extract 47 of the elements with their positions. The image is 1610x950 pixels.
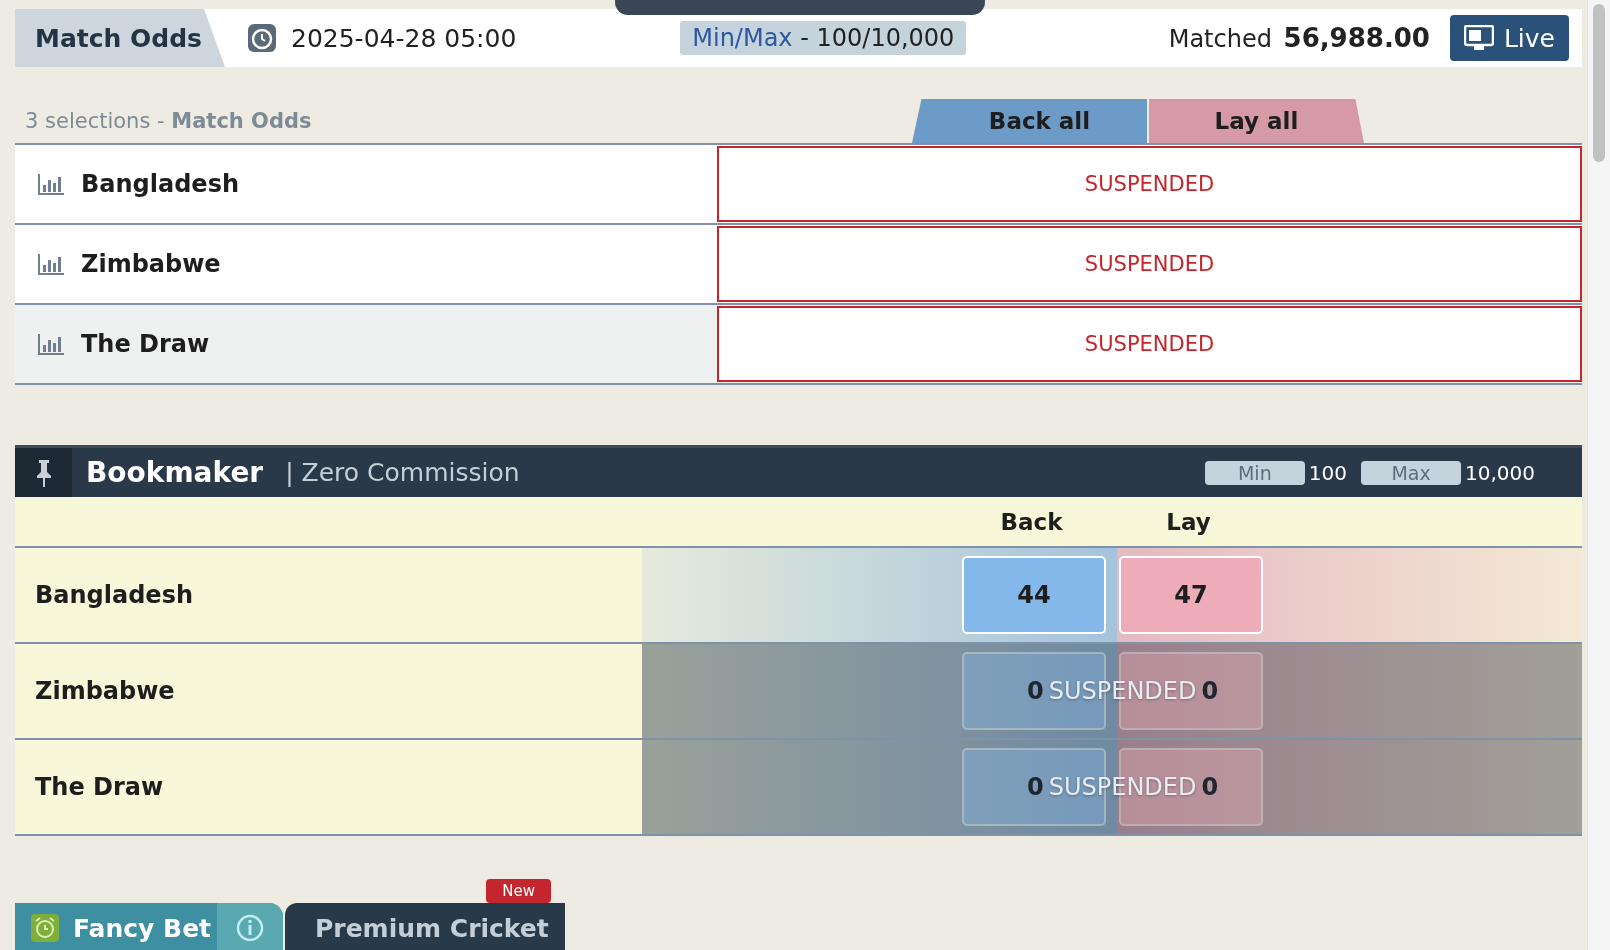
lay-odds: 0 bbox=[1201, 773, 1219, 801]
back-header: Back bbox=[999, 508, 1064, 535]
pin-icon bbox=[15, 448, 72, 497]
lay-odds: 0 bbox=[1201, 677, 1219, 705]
suspended-cell: SUSPENDED bbox=[717, 146, 1582, 222]
min-max-badge: Min/Max - 100/10,000 bbox=[680, 21, 967, 55]
chart-icon bbox=[37, 252, 65, 276]
selections-summary: 3 selections - Match Odds bbox=[24, 109, 312, 135]
max-label: Max bbox=[1361, 460, 1461, 485]
bookmaker-title: Bookmaker bbox=[86, 456, 264, 489]
suspended-cell: SUSPENDED bbox=[717, 306, 1582, 382]
runner-name: The Draw bbox=[81, 330, 210, 358]
lay-odds-button[interactable]: 47 bbox=[1119, 556, 1263, 634]
runner-row[interactable]: Bangladesh SUSPENDED bbox=[15, 145, 1582, 225]
start-time: 2025-04-28 05:00 bbox=[291, 23, 517, 53]
runner-name: Zimbabwe bbox=[34, 676, 176, 707]
runner-name: Bangladesh bbox=[81, 170, 239, 198]
runner-name: The Draw bbox=[34, 772, 165, 803]
premium-cricket-tab[interactable]: Premium Cricket bbox=[285, 903, 565, 950]
fancy-bet-tab[interactable]: Fancy Bet bbox=[15, 903, 283, 950]
chart-icon bbox=[37, 172, 65, 196]
min-value: 100 bbox=[1308, 460, 1347, 485]
back-odds-button[interactable]: 44 bbox=[962, 556, 1106, 634]
lay-all-tab[interactable]: Lay all bbox=[1149, 99, 1364, 143]
alarm-clock-icon bbox=[31, 914, 59, 942]
max-value: 10,000 bbox=[1465, 460, 1535, 485]
runner-name: Zimbabwe bbox=[81, 250, 221, 278]
runner-name: Bangladesh bbox=[34, 580, 194, 611]
min-label: Min bbox=[1204, 460, 1305, 485]
suspended-cell: SUSPENDED bbox=[717, 226, 1582, 302]
scrollbar-thumb[interactable] bbox=[1593, 4, 1605, 162]
chart-icon bbox=[37, 332, 65, 356]
info-icon[interactable] bbox=[217, 903, 283, 950]
runner-row[interactable]: Zimbabwe SUSPENDED bbox=[15, 225, 1582, 305]
bookmaker-subtitle: | Zero Commission bbox=[285, 458, 520, 487]
back-all-tab[interactable]: Back all bbox=[912, 99, 1147, 143]
lay-header: Lay bbox=[1165, 508, 1212, 535]
new-badge: New bbox=[486, 879, 551, 903]
scrollbar[interactable] bbox=[1587, 0, 1610, 950]
back-odds: 0 bbox=[1027, 677, 1044, 705]
matched-amount: Matched 56,988.00 bbox=[1168, 23, 1430, 53]
back-odds: 0 bbox=[1027, 773, 1044, 801]
runner-row[interactable]: The Draw SUSPENDED bbox=[15, 305, 1582, 385]
tv-icon bbox=[1463, 25, 1494, 51]
market-tab[interactable]: Match Odds bbox=[15, 9, 225, 67]
live-button[interactable]: Live bbox=[1449, 15, 1569, 61]
clock-icon bbox=[247, 23, 277, 53]
